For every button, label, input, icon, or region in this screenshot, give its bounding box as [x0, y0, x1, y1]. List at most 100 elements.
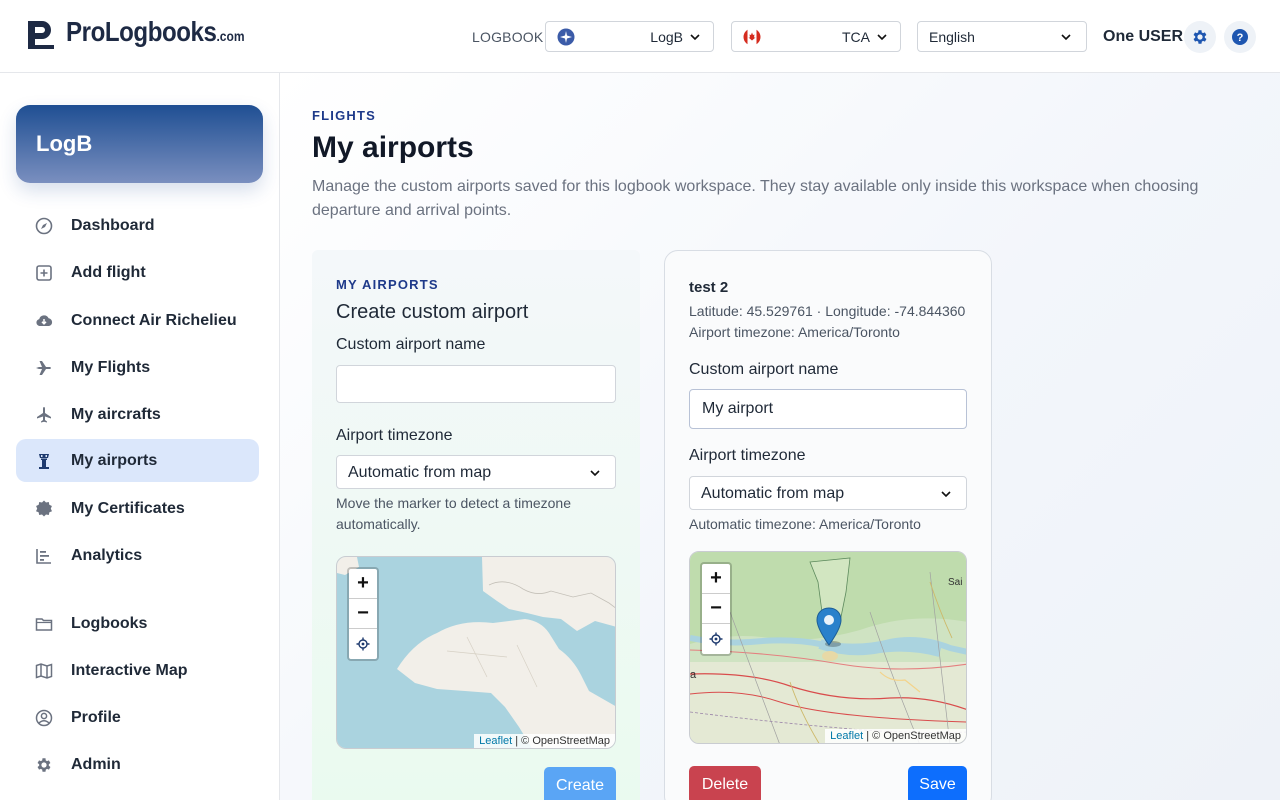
sidebar-item-logbooks[interactable]: Logbooks [16, 602, 259, 645]
crosshair-icon [709, 632, 723, 646]
airport-coordinates: Latitude: 45.529761 · Longitude: -74.844… [689, 303, 966, 319]
create-button[interactable]: Create [544, 767, 616, 800]
logbook-select[interactable]: LogB [545, 21, 714, 52]
help-button[interactable]: ? [1224, 21, 1256, 53]
locate-button[interactable] [349, 629, 377, 659]
leaflet-link[interactable]: Leaflet [830, 730, 863, 742]
timezone-select[interactable]: Automatic from map [689, 476, 967, 510]
sidebar-item-label: Analytics [71, 547, 143, 564]
user-name[interactable]: One USER [1103, 28, 1183, 46]
timezone-label: Airport timezone [336, 427, 453, 444]
sidebar-item-analytics[interactable]: Analytics [16, 534, 259, 577]
airport-map[interactable]: Sai a + − Leaflet | © OpenStreetMap [689, 551, 967, 744]
language-select[interactable]: English [917, 21, 1087, 52]
sidebar-item-label: Profile [71, 709, 121, 726]
sidebar-item-my-aircrafts[interactable]: My aircrafts [16, 393, 259, 436]
airport-name: test 2 [689, 279, 729, 296]
zoom-controls: + − [700, 562, 732, 656]
page-title: My airports [312, 131, 474, 164]
question-icon: ? [1232, 29, 1248, 45]
delete-button[interactable]: Delete [689, 766, 761, 800]
airplane-icon [36, 361, 51, 375]
chevron-down-icon [877, 34, 887, 41]
locate-button[interactable] [702, 624, 730, 654]
svg-text:?: ? [1237, 32, 1244, 44]
location-marker-icon[interactable] [816, 607, 842, 647]
chevron-down-icon [690, 34, 700, 41]
chevron-down-icon [590, 470, 600, 477]
zoom-controls: + − [347, 567, 379, 661]
zoom-in-button[interactable]: + [702, 564, 730, 594]
name-label: Custom airport name [336, 336, 486, 353]
timezone-select[interactable]: Automatic from map [336, 455, 616, 489]
map-attribution: Leaflet | © OpenStreetMap [474, 734, 615, 748]
sidebar-item-my-flights[interactable]: My Flights [16, 346, 259, 389]
plus-square-icon [36, 265, 52, 281]
chevron-down-icon [941, 491, 951, 498]
sidebar-item-label: Admin [71, 756, 121, 773]
logo-mark-icon [28, 21, 54, 49]
brand-name: ProLogbooks [66, 16, 217, 47]
create-airport-card: MY AIRPORTS Create custom airport Custom… [312, 250, 640, 800]
sidebar: LogB Dashboard Add flight Connect Air Ri… [0, 73, 280, 800]
sidebar-item-my-airports[interactable]: My airports [16, 439, 259, 482]
airport-name-input[interactable] [336, 365, 616, 403]
chevron-down-icon [1061, 34, 1071, 41]
sidebar-item-label: Logbooks [71, 615, 148, 632]
airplane-badge-icon [557, 28, 575, 46]
timezone-value: Automatic from map [348, 464, 492, 481]
timezone-label: Airport timezone [689, 447, 806, 464]
sidebar-item-admin[interactable]: Admin [16, 743, 259, 786]
sidebar-item-label: My Flights [71, 359, 151, 376]
authority-select[interactable]: TCA [731, 21, 901, 52]
timezone-value: Automatic from map [701, 485, 845, 502]
page-description: Manage the custom airports saved for thi… [312, 178, 1199, 219]
sidebar-item-label: My airports [71, 452, 158, 469]
auto-timezone-info: Automatic timezone: America/Toronto [689, 516, 921, 532]
osm-credit: | © OpenStreetMap [863, 730, 961, 742]
zoom-out-button[interactable]: − [349, 599, 377, 629]
sidebar-item-connect-air-richelieu[interactable]: Connect Air Richelieu [16, 299, 259, 342]
custom-airport-card: test 2 Latitude: 45.529761 · Longitude: … [664, 250, 992, 800]
leaflet-link[interactable]: Leaflet [479, 735, 512, 747]
section-eyebrow: FLIGHTS [312, 108, 377, 123]
compass-icon [35, 217, 53, 235]
logbook-label: LOGBOOK [472, 29, 544, 45]
user-circle-icon [35, 709, 53, 727]
sidebar-item-dashboard[interactable]: Dashboard [16, 204, 259, 247]
brand-logo[interactable]: ProLogbooks.com [26, 17, 274, 51]
crosshair-icon [356, 637, 370, 651]
workspace-name: LogB [36, 131, 93, 156]
map-attribution: Leaflet | © OpenStreetMap [825, 729, 966, 743]
zoom-in-button[interactable]: + [349, 569, 377, 599]
map-icon [35, 663, 53, 679]
control-tower-icon [39, 454, 49, 469]
main-content: FLIGHTS My airports Manage the custom ai… [280, 73, 1280, 800]
sidebar-item-my-certificates[interactable]: My Certificates [16, 487, 259, 530]
folder-icon [35, 618, 53, 631]
save-button[interactable]: Save [908, 766, 967, 800]
sidebar-item-label: Connect Air Richelieu [71, 312, 237, 329]
map-city-label: Sai [948, 577, 963, 588]
bar-chart-icon [36, 549, 51, 564]
world-map[interactable]: + − Leaflet | © OpenStreetMap [336, 556, 616, 749]
brand-suffix: .com [216, 28, 245, 44]
name-label: Custom airport name [689, 361, 839, 378]
sidebar-item-add-flight[interactable]: Add flight [16, 251, 259, 294]
badge-icon [36, 500, 52, 517]
card-title: Create custom airport [336, 301, 529, 323]
logbook-value: LogB [650, 28, 683, 45]
cloud-download-icon [36, 315, 53, 326]
settings-button[interactable] [1184, 21, 1216, 53]
sidebar-item-interactive-map[interactable]: Interactive Map [16, 649, 259, 692]
workspace-card[interactable]: LogB [16, 105, 263, 183]
top-bar: ProLogbooks.com LOGBOOK LogB TCA English… [0, 0, 1280, 73]
gear-icon [37, 758, 51, 772]
airport-name-input[interactable] [689, 389, 967, 429]
sidebar-item-label: Interactive Map [71, 662, 188, 679]
airplane-up-icon [37, 407, 51, 423]
language-value: English [929, 28, 975, 45]
sidebar-item-profile[interactable]: Profile [16, 696, 259, 739]
zoom-out-button[interactable]: − [702, 594, 730, 624]
sidebar-item-label: Dashboard [71, 217, 155, 234]
